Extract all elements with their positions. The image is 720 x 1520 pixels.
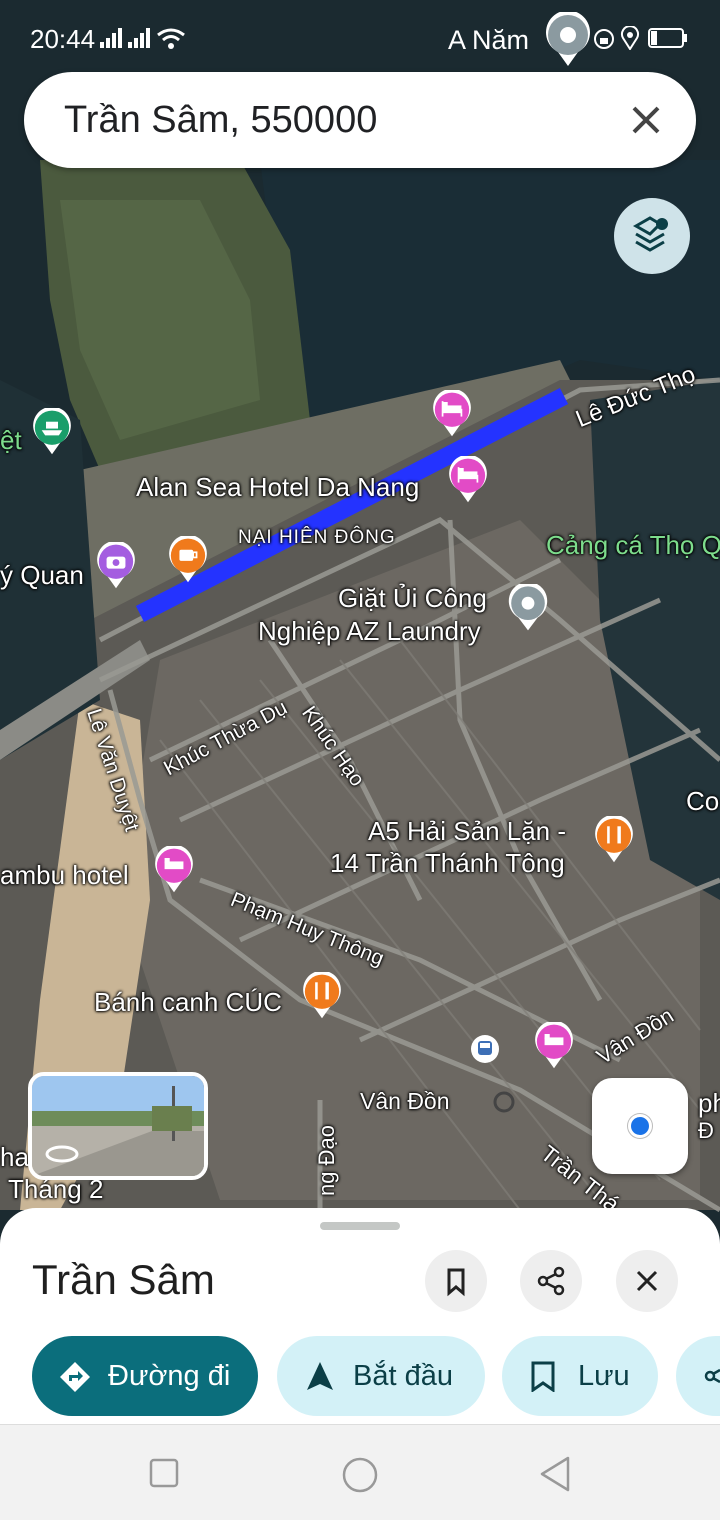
satellite-map[interactable]: ệt Alan Sea Hotel Da Nang NẠI HIÊN ĐÔNG … <box>0 0 720 1260</box>
map-label-ha: ha <box>0 1142 29 1172</box>
back-icon[interactable] <box>538 1455 574 1493</box>
my-location-icon <box>628 1114 652 1138</box>
map-label-quan[interactable]: ý Quan <box>0 560 84 591</box>
map-label-cang-ca[interactable]: Cảng cá Thọ Q <box>546 530 720 561</box>
status-bar: 20:44 A Năm <box>0 0 720 72</box>
map-label-a5-2[interactable]: 14 Trần Thánh Tông <box>330 848 565 879</box>
sheet-drag-handle[interactable] <box>320 1222 400 1230</box>
layers-icon <box>632 216 668 252</box>
camera-icon[interactable] <box>92 542 140 590</box>
restaurant-icon[interactable] <box>298 972 346 1020</box>
map-label-ng-dao: ng Đạo <box>314 1125 339 1196</box>
status-time: 20:44 <box>30 24 96 54</box>
battery-icon <box>648 28 687 48</box>
map-label-d: Đ <box>698 1118 714 1143</box>
share-icon <box>704 1368 720 1384</box>
location-pin-icon <box>546 12 590 66</box>
street-view-thumbnail[interactable] <box>28 1072 208 1180</box>
layers-button[interactable] <box>614 198 690 274</box>
search-query[interactable]: Trần Sâm, 550000 <box>64 99 377 142</box>
map-label-a5-1[interactable]: A5 Hải Sản Lặn - <box>368 816 566 847</box>
cafe-icon[interactable] <box>164 536 212 584</box>
status-user: A Năm <box>448 25 530 55</box>
bus-icon[interactable] <box>470 1034 500 1064</box>
map-label-co: Co <box>686 786 720 816</box>
rotate-360-icon <box>45 1145 79 1163</box>
my-location-button[interactable] <box>592 1078 688 1174</box>
system-navigation-bar <box>0 1424 720 1520</box>
save-place-button[interactable] <box>425 1250 487 1312</box>
ferry-icon[interactable] <box>28 408 76 456</box>
recents-icon[interactable] <box>148 1457 180 1489</box>
start-button[interactable]: Bắt đầu <box>277 1336 485 1416</box>
share-icon <box>537 1266 565 1296</box>
location-pin-icon[interactable] <box>504 584 552 632</box>
map-label-ph: ph <box>698 1088 720 1118</box>
save-label: Lưu <box>578 1360 630 1392</box>
close-sheet-button[interactable] <box>616 1250 678 1312</box>
bookmark-icon <box>531 1361 555 1392</box>
bookmark-icon <box>447 1268 465 1297</box>
map-label-nai-hien-dong: NẠI HIÊN ĐÔNG <box>238 527 396 548</box>
directions-icon <box>60 1362 90 1392</box>
save-button[interactable]: Lưu <box>502 1336 658 1416</box>
close-icon <box>636 1270 658 1292</box>
hotel-icon[interactable] <box>530 1022 578 1070</box>
signal-icon <box>128 28 150 48</box>
search-bar[interactable]: Trần Sâm, 550000 <box>24 72 696 168</box>
map-label-viet: ệt <box>0 425 22 455</box>
wifi-icon <box>157 28 185 49</box>
hotel-icon[interactable] <box>150 846 198 894</box>
home-icon[interactable] <box>340 1455 380 1495</box>
place-title: Trần Sâm <box>32 1256 215 1303</box>
hotel-icon[interactable] <box>444 456 492 504</box>
hotel-icon[interactable] <box>428 390 476 438</box>
map-label-van-don-2: Vân Đồn <box>360 1088 450 1114</box>
signal-icon <box>100 28 122 48</box>
location-icon <box>621 26 639 50</box>
share-button[interactable] <box>520 1250 582 1312</box>
close-icon[interactable] <box>624 98 668 142</box>
directions-label: Đường đi <box>108 1360 231 1392</box>
lock-icon <box>594 29 614 49</box>
start-label: Bắt đầu <box>353 1360 453 1392</box>
map-label-giat-ui-1[interactable]: Giặt Ủi Công <box>338 583 487 614</box>
map-label-banh-canh[interactable]: Bánh canh CÚC <box>94 987 282 1018</box>
roundabout-marker <box>493 1091 515 1113</box>
navigation-icon <box>307 1362 333 1390</box>
map-label-bambu-hotel[interactable]: ambu hotel <box>0 860 129 891</box>
map-label-giat-ui-2[interactable]: Nghiệp AZ Laundry <box>258 616 481 647</box>
restaurant-icon[interactable] <box>590 816 638 864</box>
map-label-alan-sea[interactable]: Alan Sea Hotel Da Nang <box>136 472 419 503</box>
directions-button[interactable]: Đường đi <box>32 1336 258 1416</box>
